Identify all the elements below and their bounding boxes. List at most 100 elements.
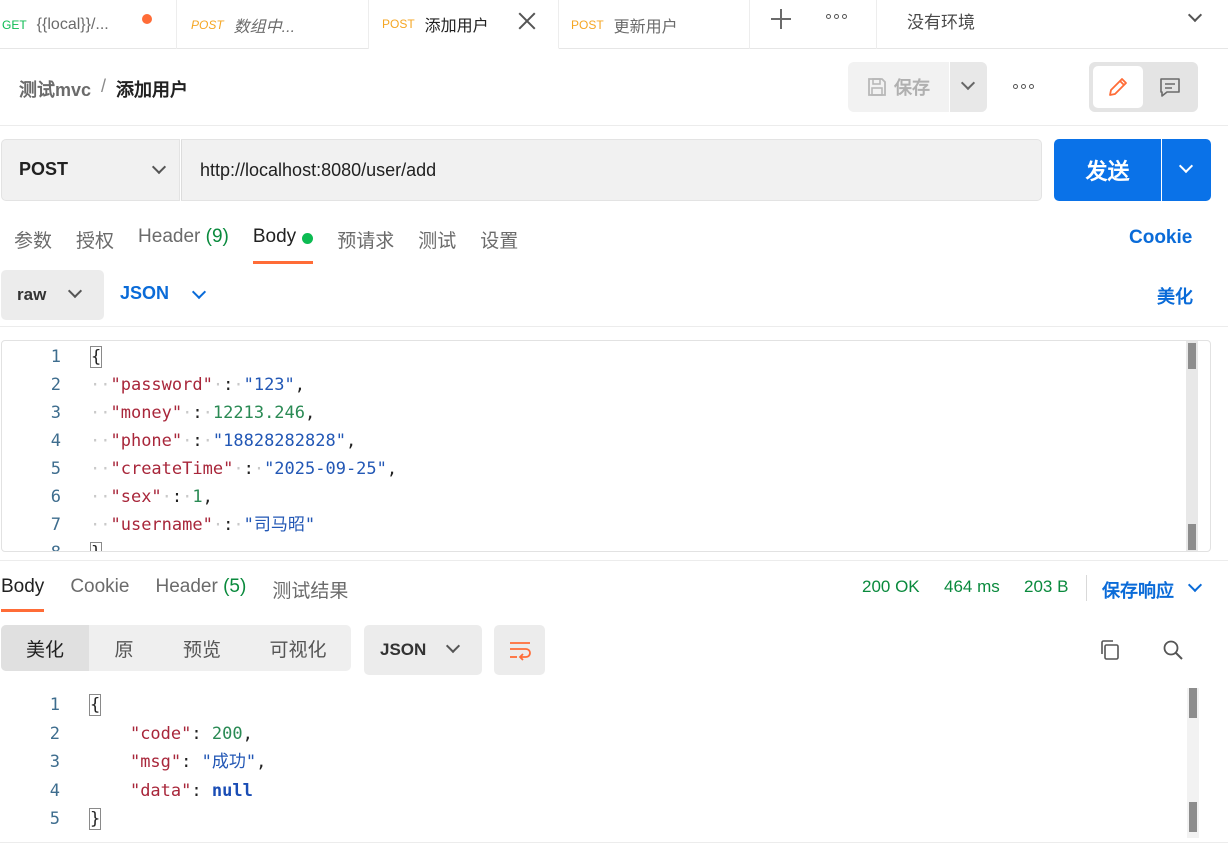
search-icon bbox=[1163, 640, 1183, 660]
code-text: ··"createTime"·:·"2025-09-25", bbox=[90, 455, 397, 483]
code-text: { bbox=[89, 691, 102, 719]
tab-label: Body bbox=[252, 226, 297, 247]
viewer-scrollbar[interactable] bbox=[1187, 688, 1199, 838]
line-number: 1 bbox=[49, 695, 60, 715]
line-number: 3 bbox=[50, 403, 61, 423]
code-token: ·· bbox=[90, 515, 111, 535]
format-preview[interactable]: 预览 bbox=[159, 625, 245, 671]
chevron-down-icon bbox=[1178, 158, 1194, 174]
tab-authorization[interactable]: 授权 bbox=[76, 226, 114, 264]
code-text: "msg": "成功", bbox=[89, 748, 266, 776]
divider bbox=[0, 326, 1228, 327]
body-language-select[interactable]: JSON bbox=[120, 283, 207, 304]
search-button[interactable] bbox=[1160, 637, 1186, 663]
send-button[interactable]: 发送 bbox=[1054, 139, 1161, 201]
response-time[interactable]: 464 ms bbox=[944, 577, 1000, 597]
chevron-down-icon bbox=[191, 284, 207, 300]
scrollbar-thumb[interactable] bbox=[1189, 688, 1197, 718]
response-body-viewer[interactable]: 5} 4 "data": null 3 "msg": "成功", 2 "code": … bbox=[1, 688, 1211, 838]
save-response-button[interactable]: 保存响应 bbox=[1102, 577, 1174, 603]
cookies-link[interactable]: Cookie bbox=[1129, 227, 1192, 249]
status-code[interactable]: 200 OK bbox=[862, 577, 920, 597]
code-token: "msg" bbox=[129, 752, 182, 772]
url-input[interactable] bbox=[181, 139, 1042, 201]
tab-label: 设置 bbox=[480, 231, 519, 252]
chevron-down-icon[interactable] bbox=[1187, 577, 1203, 593]
tab-label: 参数 bbox=[14, 231, 53, 252]
tab-response-headers[interactable]: Header (5) bbox=[155, 576, 246, 612]
tab-headers[interactable]: Header (9) bbox=[138, 226, 229, 264]
environment-selector[interactable]: 没有环境 bbox=[876, 0, 1228, 49]
method-select[interactable]: POST bbox=[1, 139, 180, 201]
tab-title: 数组中... bbox=[233, 18, 296, 36]
tab-title: 添加用户 bbox=[424, 18, 489, 35]
scrollbar-thumb[interactable] bbox=[1189, 802, 1197, 832]
response-tabs: Body Cookie Header (5) 测试结果 bbox=[1, 576, 374, 612]
code-token: : bbox=[192, 431, 203, 451]
wrap-lines-button[interactable] bbox=[494, 625, 545, 675]
tab-params[interactable]: 参数 bbox=[14, 226, 52, 264]
format-label: 可视化 bbox=[269, 639, 327, 661]
tab-title: {{local}}/... bbox=[36, 15, 109, 33]
divider bbox=[0, 560, 1228, 561]
request-body-editor[interactable]: 8}7··"username"·:·"司马昭"6··"sex"·:·1,5··"… bbox=[1, 340, 1211, 552]
tab-response-body[interactable]: Body bbox=[1, 576, 45, 612]
code-token: : bbox=[171, 487, 183, 507]
tab-count: (9) bbox=[205, 226, 229, 247]
close-icon[interactable] bbox=[516, 10, 538, 32]
code-token: , bbox=[305, 403, 316, 423]
comments-mode-button[interactable] bbox=[1145, 66, 1195, 108]
code-token: , bbox=[294, 375, 306, 395]
request-tab-0[interactable]: GET {{local}}/... bbox=[0, 0, 177, 49]
request-tab-2-active[interactable]: POST 添加用户 bbox=[369, 0, 559, 49]
wrap-lines-icon bbox=[509, 642, 531, 661]
body-mode-select[interactable]: raw bbox=[1, 270, 104, 320]
tab-label: 测试结果 bbox=[272, 581, 349, 602]
tab-body[interactable]: Body bbox=[252, 226, 314, 264]
tab-label: 测试 bbox=[418, 231, 457, 252]
line-number: 3 bbox=[49, 752, 60, 772]
edit-mode-button[interactable] bbox=[1093, 66, 1143, 108]
tab-pre-request[interactable]: 预请求 bbox=[337, 226, 394, 264]
breadcrumb-request-name[interactable]: 添加用户 bbox=[116, 76, 188, 102]
breadcrumb-separator: / bbox=[101, 76, 107, 96]
plus-icon[interactable] bbox=[768, 7, 794, 33]
scrollbar-thumb[interactable] bbox=[1188, 524, 1196, 550]
format-raw[interactable]: 原 bbox=[89, 625, 159, 671]
format-pretty[interactable]: 美化 bbox=[1, 625, 89, 671]
tab-label: Body bbox=[1, 576, 45, 597]
tab-tests[interactable]: 测试 bbox=[418, 226, 456, 264]
request-tab-3[interactable]: POST 更新用户 bbox=[559, 0, 750, 49]
copy-button[interactable] bbox=[1097, 637, 1123, 663]
unsaved-indicator-icon bbox=[142, 14, 152, 24]
breadcrumb-collection[interactable]: 测试mvc bbox=[19, 76, 91, 102]
chevron-down-icon bbox=[67, 283, 83, 299]
save-button[interactable]: 保存 bbox=[848, 62, 948, 112]
divider bbox=[1086, 575, 1087, 601]
code-token: "code" bbox=[129, 723, 192, 744]
format-visualize[interactable]: 可视化 bbox=[245, 625, 351, 671]
beautify-button[interactable]: 美化 bbox=[1157, 283, 1193, 309]
response-size[interactable]: 203 B bbox=[1024, 577, 1068, 597]
code-token: 200 bbox=[211, 723, 243, 744]
chevron-down-icon bbox=[1187, 7, 1203, 23]
scrollbar-thumb[interactable] bbox=[1188, 343, 1196, 369]
response-language-select[interactable]: JSON bbox=[364, 625, 482, 675]
save-button-group: 保存 bbox=[848, 62, 987, 112]
more-icon[interactable] bbox=[826, 14, 847, 19]
tab-response-cookies[interactable]: Cookie bbox=[70, 576, 129, 612]
code-token: ·· bbox=[90, 403, 111, 423]
send-options-dropdown[interactable] bbox=[1162, 139, 1211, 201]
editor-scrollbar[interactable] bbox=[1186, 341, 1198, 551]
has-content-indicator-icon bbox=[302, 233, 314, 244]
code-token: , bbox=[386, 459, 398, 479]
request-tab-1[interactable]: POST 数组中... bbox=[177, 0, 369, 49]
chevron-down-icon bbox=[151, 159, 167, 175]
save-options-dropdown[interactable] bbox=[949, 62, 987, 112]
more-icon[interactable] bbox=[1013, 84, 1034, 89]
tab-settings[interactable]: 设置 bbox=[480, 226, 518, 264]
line-number: 4 bbox=[50, 431, 61, 451]
code-token: "成功" bbox=[201, 752, 257, 772]
tab-test-results[interactable]: 测试结果 bbox=[272, 576, 348, 612]
